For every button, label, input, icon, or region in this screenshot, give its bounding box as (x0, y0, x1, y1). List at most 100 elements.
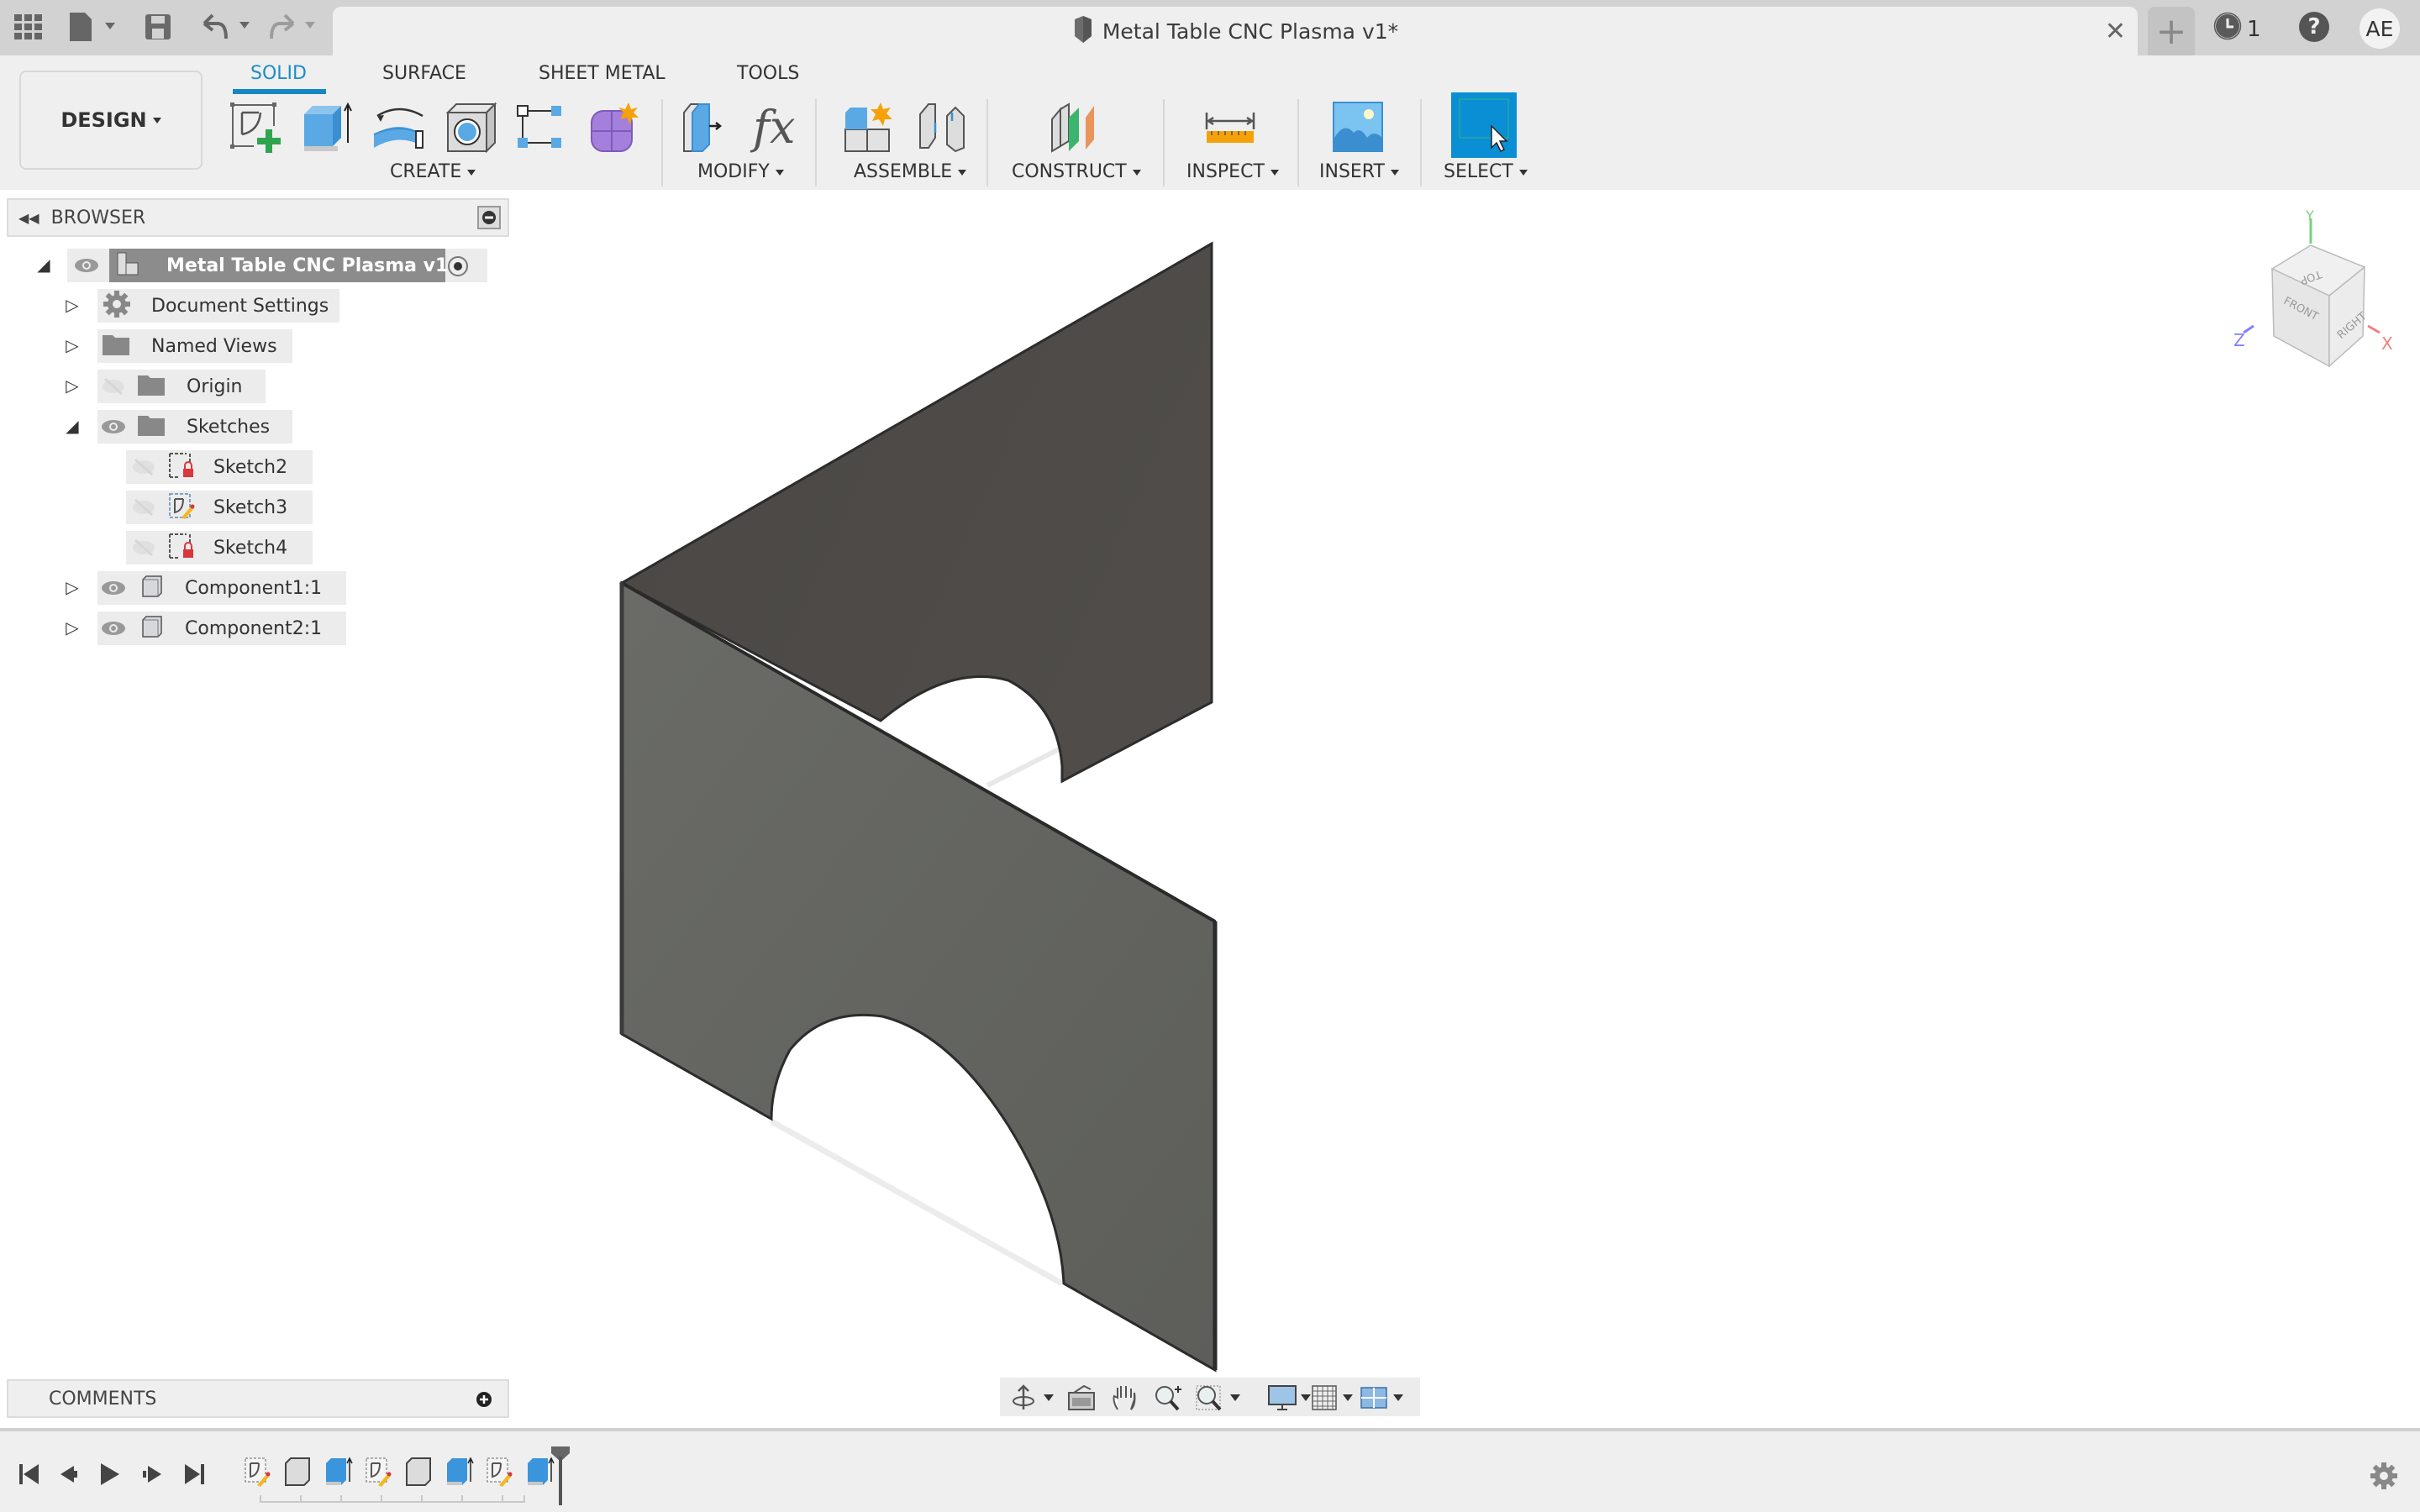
eye-hidden-icon[interactable] (131, 458, 156, 476)
workspace-switcher[interactable]: DESIGN (19, 71, 203, 170)
app-grid-icon[interactable] (12, 10, 45, 44)
timeline-feature-component[interactable] (284, 1457, 313, 1487)
eye-hidden-icon[interactable] (131, 538, 156, 557)
job-status-button[interactable]: 1 (2213, 12, 2261, 46)
browser-title: BROWSER (50, 207, 146, 228)
select-icon[interactable] (1451, 92, 1517, 158)
redo-icon[interactable] (267, 10, 321, 44)
close-tab-icon[interactable]: ✕ (2105, 17, 2126, 46)
job-count: 1 (2247, 16, 2261, 42)
file-menu-icon[interactable] (67, 10, 118, 44)
activate-radio-icon[interactable] (447, 255, 469, 281)
save-icon[interactable] (143, 10, 173, 44)
expand-arrow-icon[interactable]: ▷ (64, 370, 81, 402)
browser-item-sketch3[interactable]: Sketch3 (126, 491, 313, 524)
chevron-down-icon (1132, 169, 1141, 176)
eye-hidden-icon[interactable] (131, 498, 156, 517)
expand-arrow-icon[interactable]: ▷ (64, 289, 81, 321)
timeline-feature-extrude[interactable] (324, 1457, 353, 1487)
tab-surface[interactable]: SURFACE (382, 59, 466, 89)
expand-arrow-icon[interactable]: ▷ (64, 329, 81, 361)
assemble-menu[interactable]: ASSEMBLE (854, 161, 967, 182)
chevron-down-icon (1270, 169, 1279, 176)
select-menu[interactable]: SELECT (1444, 161, 1528, 182)
press-pull-icon[interactable] (677, 97, 738, 158)
tab-solid[interactable]: SOLID (250, 59, 307, 89)
construct-menu[interactable]: CONSTRUCT (1012, 161, 1141, 182)
hole-icon[interactable] (441, 97, 502, 158)
document-tab[interactable]: Metal Table CNC Plasma v1* ✕ (333, 7, 2138, 55)
separator (1163, 99, 1165, 186)
create-sketch-icon[interactable] (225, 97, 286, 158)
measure-icon[interactable] (1200, 97, 1260, 158)
browser-options-button[interactable] (477, 206, 501, 229)
orbit-icon[interactable] (1012, 1384, 1057, 1411)
step-forward-icon[interactable] (138, 1460, 166, 1488)
expand-arrow-icon[interactable]: ▷ (64, 612, 81, 643)
add-comment-icon[interactable] (476, 1391, 492, 1411)
joint-icon[interactable] (912, 97, 972, 158)
comments-panel-header[interactable]: COMMENTS (7, 1379, 509, 1418)
revolve-icon[interactable] (370, 97, 430, 158)
offset-plane-icon[interactable] (1045, 97, 1106, 158)
chevron-down-icon (958, 169, 967, 176)
collapse-arrow-icon[interactable]: ◢ (64, 410, 81, 442)
browser-item-sketches[interactable]: Sketches (97, 410, 292, 444)
browser-item-sketch4[interactable]: Sketch4 (126, 531, 313, 564)
eye-icon[interactable] (101, 620, 126, 637)
timeline-feature-sketch[interactable] (244, 1457, 272, 1487)
play-icon[interactable] (96, 1460, 124, 1488)
timeline-marker[interactable] (550, 1445, 571, 1509)
zoom-icon[interactable] (1153, 1384, 1185, 1411)
help-icon[interactable]: ? (2299, 12, 2329, 42)
browser-item-named-views[interactable]: Named Views (97, 329, 292, 363)
browser-item-origin[interactable]: Origin (97, 370, 266, 403)
expand-arrow-icon[interactable]: ▷ (64, 571, 81, 603)
eye-icon[interactable] (74, 257, 99, 274)
document-icon (1072, 16, 1094, 46)
create-menu[interactable]: CREATE (390, 161, 476, 182)
pattern-icon[interactable] (511, 97, 571, 158)
insert-menu[interactable]: INSERT (1319, 161, 1399, 182)
user-avatar[interactable]: AE (2360, 8, 2400, 49)
new-tab-button[interactable]: + (2148, 7, 2195, 55)
display-settings-icon[interactable] (1267, 1384, 1314, 1411)
timeline-feature-sketch[interactable] (486, 1457, 514, 1487)
tab-sheet-metal[interactable]: SHEET METAL (539, 59, 666, 89)
go-to-end-icon[interactable] (180, 1460, 208, 1488)
eye-icon[interactable] (101, 580, 126, 596)
browser-item-sketch2[interactable]: Sketch2 (126, 450, 313, 484)
sketch-edit-icon (168, 492, 195, 522)
insert-image-icon[interactable] (1328, 97, 1389, 158)
separator (1297, 99, 1299, 186)
go-to-start-icon[interactable] (15, 1460, 44, 1488)
browser-item-document-settings[interactable]: Document Settings (97, 289, 339, 323)
modify-menu[interactable]: MODIFY (697, 161, 784, 182)
tab-tools[interactable]: TOOLS (737, 59, 799, 89)
zoom-window-icon[interactable] (1195, 1384, 1245, 1411)
timeline-feature-sketch[interactable] (365, 1457, 393, 1487)
pan-hand-icon[interactable] (1111, 1384, 1139, 1411)
create-form-icon[interactable] (583, 97, 644, 158)
step-back-icon[interactable] (55, 1460, 84, 1488)
look-at-icon[interactable] (1067, 1384, 1096, 1411)
parameters-fx-icon[interactable]: fx (750, 97, 810, 158)
folder-icon (103, 333, 129, 359)
undo-icon[interactable] (200, 10, 254, 44)
collapse-arrow-icon[interactable]: ◢ (35, 249, 52, 281)
eye-icon[interactable] (101, 418, 126, 435)
collapse-browser-icon[interactable]: ◀◀ (18, 210, 39, 226)
eye-hidden-icon[interactable] (101, 377, 126, 396)
browser-root-node[interactable]: Metal Table CNC Plasma v1 (67, 249, 487, 282)
timeline-settings-gear-icon[interactable] (2370, 1462, 2398, 1494)
timeline-feature-extrude[interactable] (445, 1457, 474, 1487)
new-component-icon[interactable] (839, 97, 899, 158)
view-cube[interactable]: Y Z X TOP FRONT RIGHT (2218, 202, 2403, 386)
viewports-icon[interactable] (1360, 1384, 1407, 1411)
grid-icon[interactable] (1311, 1384, 1358, 1411)
browser-item-component1[interactable]: Component1:1 (97, 571, 346, 605)
browser-item-component2[interactable]: Component2:1 (97, 612, 346, 645)
extrude-icon[interactable] (296, 97, 356, 158)
timeline-feature-component[interactable] (405, 1457, 434, 1487)
inspect-menu[interactable]: INSPECT (1186, 161, 1279, 182)
